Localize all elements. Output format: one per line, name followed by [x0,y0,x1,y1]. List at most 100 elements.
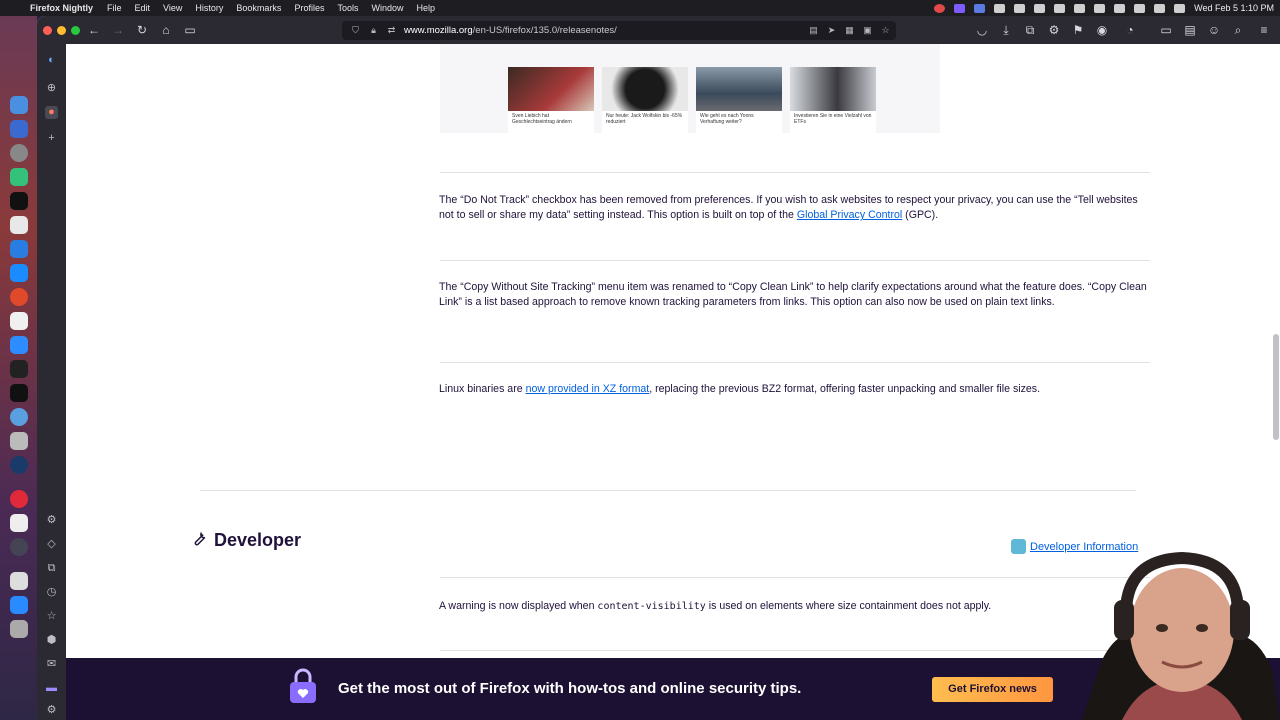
paragraph-copy-clean-link: The “Copy Without Site Tracking” menu it… [439,281,1147,309]
tracking-shield-icon[interactable]: ⛉ [350,25,361,36]
xz-format-link[interactable]: now provided in XZ format [526,383,650,395]
mail-icon[interactable]: ✉ [45,658,58,671]
finder-icon[interactable] [10,96,28,114]
app-store-icon[interactable] [10,596,28,614]
app-icon[interactable] [10,264,28,282]
firefox-icon[interactable] [10,120,28,138]
settings-icon[interactable]: ⚙ [45,514,58,527]
settings-icon[interactable] [10,144,28,162]
reload-icon[interactable]: ↻ [135,23,149,37]
bookmarks-star-icon[interactable]: ☆ [45,610,58,623]
trash-icon[interactable] [10,620,28,638]
app-icon[interactable] [10,168,28,186]
paragraph-text: is used on elements where size containme… [705,600,992,612]
customize-icon[interactable]: ⧉ [45,562,58,575]
zoom-icon[interactable] [974,3,986,13]
pocket-icon[interactable]: ◡ [975,23,989,37]
checkmark-icon[interactable] [1034,3,1046,13]
menu-icon[interactable]: ≡ [1257,23,1271,37]
menu-edit[interactable]: Edit [135,3,151,13]
app-icon[interactable] [10,312,28,330]
calculator-icon[interactable] [10,432,28,450]
activity-monitor-icon[interactable] [10,360,28,378]
zoom-app-icon[interactable] [10,336,28,354]
circle-icon[interactable] [1074,3,1086,13]
screen-share-icon[interactable] [954,3,966,13]
url-bar[interactable]: ⛉ 🔒︎ ⇄ www.mozilla.org/en-US/firefox/135… [342,21,896,40]
minimize-window-button[interactable] [57,26,66,35]
menu-app-name[interactable]: Firefox Nightly [30,3,93,13]
volume-icon[interactable] [1094,3,1106,13]
app-status-icon[interactable] [994,3,1006,13]
gpc-link[interactable]: Global Privacy Control [797,209,902,221]
news-card: Wie geht es nach Yoons Verhaftung weiter… [696,67,782,133]
container-tab-icon[interactable]: ▭ [1159,23,1173,37]
extensions-grid-icon[interactable]: ▦ [844,25,855,36]
get-firefox-news-button[interactable]: Get Firefox news [932,677,1053,702]
new-tab-plus-icon[interactable]: + [45,132,58,145]
control-center-icon[interactable] [1174,3,1186,13]
browser-toolbar: ← → ↻ ⌂ ▭ ⛉ 🔒︎ ⇄ www.mozilla.org/en-US/f… [37,16,1280,44]
extension-icon[interactable] [1014,3,1026,13]
battery-icon[interactable] [1114,3,1126,13]
record-icon[interactable] [934,3,946,13]
menu-profiles[interactable]: Profiles [294,3,324,13]
piano-icon[interactable] [10,514,28,532]
app-icon[interactable] [10,288,28,306]
back-arrow-icon[interactable]: ← [87,23,101,37]
firefox-view-icon[interactable]: ◐ [45,54,58,67]
menu-bookmarks[interactable]: Bookmarks [236,3,281,13]
menu-tools[interactable]: Tools [337,3,358,13]
app-icon[interactable] [10,408,28,426]
addon-icon[interactable]: ◉ [1095,23,1109,37]
home-icon[interactable]: ⌂ [159,23,173,37]
document-icon[interactable] [10,572,28,590]
news-card-image [790,67,876,111]
sidebar-toggle-icon[interactable]: ▭ [183,23,197,37]
permissions-icon[interactable]: ⇄ [386,25,397,36]
news-card-caption: Investieren Sie in eine Vielzahl von ETF… [794,113,872,125]
app-icon[interactable] [10,490,28,508]
menu-file[interactable]: File [107,3,122,13]
app-icon[interactable] [10,538,28,556]
menu-view[interactable]: View [163,3,182,13]
screenshot-icon[interactable]: ▣ [862,25,873,36]
reader-view-icon[interactable]: ▤ [808,25,819,36]
close-window-button[interactable] [43,26,52,35]
bookmark-star-icon[interactable]: ☆ [880,25,891,36]
paragraph-content-visibility: A warning is now displayed when content-… [439,599,1151,614]
extensions-icon[interactable]: ⧉ [1023,23,1037,37]
zoom-window-button[interactable] [71,26,80,35]
tracker-icon[interactable]: ⚑ [1071,23,1085,37]
history-clock-icon[interactable]: ◷ [45,586,58,599]
wifi-icon[interactable] [1134,3,1146,13]
globe-icon[interactable]: ⊕ [45,82,58,95]
tag-icon[interactable]: ◇ [45,538,58,551]
app-icon[interactable]: ▬ [45,682,58,695]
active-tab-icon[interactable]: ● [45,106,58,119]
downloads-icon[interactable]: ⤓ [999,23,1013,37]
folder-icon[interactable] [1054,3,1066,13]
lock-icon[interactable]: 🔒︎ [368,25,379,36]
scrollbar-thumb[interactable] [1273,334,1279,440]
menu-help[interactable]: Help [416,3,435,13]
speedometer-icon[interactable]: ◔ [1123,23,1137,37]
tab-overview-icon[interactable]: ▤ [1183,23,1197,37]
terminal-icon[interactable] [10,192,28,210]
forward-arrow-icon[interactable]: → [111,23,125,37]
app-icon[interactable] [10,384,28,402]
vscode-icon[interactable] [10,240,28,258]
addon-icon[interactable]: ⚙ [1047,23,1061,37]
menu-clock[interactable]: Wed Feb 5 1:10 PM [1194,3,1274,13]
menu-history[interactable]: History [195,3,223,13]
extension-icon[interactable]: ⬢ [45,634,58,647]
menu-window[interactable]: Window [371,3,403,13]
customize-sidebar-icon[interactable]: ⚙ [45,704,58,717]
search-icon[interactable]: ⌕ [1231,23,1245,37]
account-icon[interactable]: ☺ [1207,23,1221,37]
lock-heart-icon [288,668,318,704]
send-icon[interactable]: ➤ [826,25,837,36]
search-icon[interactable] [1154,3,1166,13]
slack-icon[interactable] [10,216,28,234]
app-icon[interactable] [10,456,28,474]
